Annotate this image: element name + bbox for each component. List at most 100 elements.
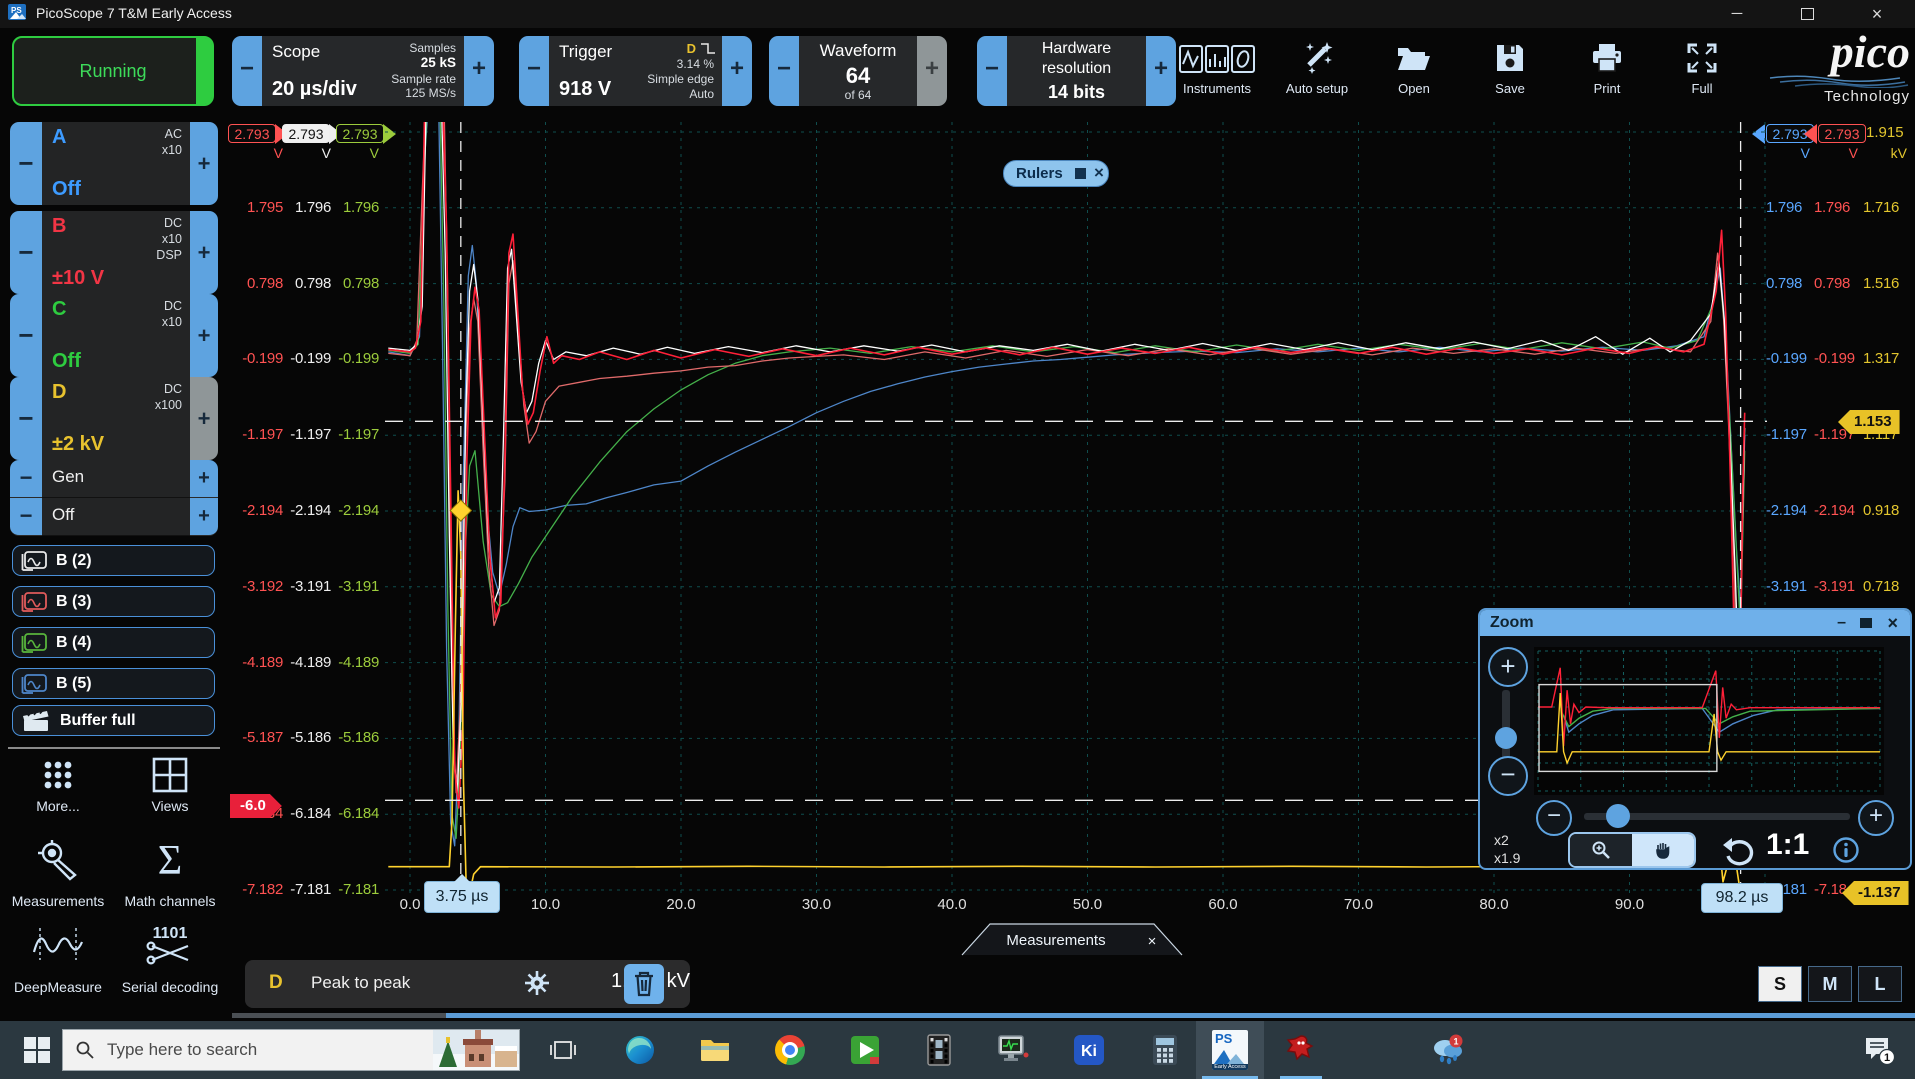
channel-D-minus-button[interactable]: − [10, 377, 42, 460]
start-button[interactable] [8, 1021, 66, 1079]
toolbar-action-save[interactable]: Save [1465, 34, 1555, 106]
taskbar-app-taskview[interactable] [534, 1021, 592, 1079]
size-button-l[interactable]: L [1858, 966, 1902, 1002]
channel-B-plus-button[interactable]: + [190, 211, 218, 294]
zoom-info-icon[interactable] [1832, 836, 1860, 864]
size-button-m[interactable]: M [1808, 966, 1852, 1002]
zoom-minimap[interactable] [1534, 647, 1884, 795]
taskbar-app-explorer[interactable] [686, 1021, 744, 1079]
measurement-row[interactable]: D Peak to peak 1.003 kV [245, 960, 690, 1008]
toolbar-action-auto-setup[interactable]: Auto setup [1272, 34, 1362, 106]
sidebar-tool-math-channels[interactable]: ΣMath channels [110, 838, 230, 915]
close-button[interactable]: × [1854, 0, 1900, 28]
taskbar-app-kicad[interactable]: Ki [1060, 1021, 1118, 1079]
time-ruler-badge-2[interactable]: 98.2 µs [1701, 883, 1783, 913]
zoom-undo-icon[interactable] [1722, 836, 1758, 866]
scope-plus-button[interactable]: + [464, 36, 494, 106]
channel-C-plus-button[interactable]: + [190, 294, 218, 377]
gen-panel[interactable]: Gen [42, 460, 190, 498]
taskbar-app-red-app[interactable] [1272, 1021, 1330, 1079]
channel-D-plus-button[interactable]: + [190, 377, 218, 460]
gen-status-panel[interactable]: Off [42, 498, 190, 536]
scope-minus-button[interactable]: − [232, 36, 262, 106]
zoom-tool-toggle[interactable] [1568, 832, 1696, 868]
zoom-vertical-minus-button[interactable]: − [1488, 756, 1528, 796]
taskbar-app-scope-app[interactable] [984, 1021, 1042, 1079]
trigger-panel[interactable]: Trigger 918 V D 3.14 % Simple edge Auto [549, 36, 722, 106]
time-ruler-badge-1[interactable]: 3.75 µs [424, 881, 500, 913]
taskbar-app-video-app[interactable] [836, 1021, 894, 1079]
channel-C-panel[interactable]: CDCx10Off [42, 294, 190, 377]
zoom-magnifier-tool[interactable] [1570, 834, 1632, 866]
sidebar-tool-serial-decoding[interactable]: 1101Serial decoding [110, 922, 230, 1001]
gen-row-plus-button[interactable]: + [190, 498, 218, 536]
sidebar-tool-measurements[interactable]: Measurements [0, 838, 118, 915]
rulers-chip[interactable]: Rulers × [1003, 160, 1109, 187]
zoom-horizontal-minus-button[interactable]: − [1536, 800, 1572, 836]
waveform-minus-button[interactable]: − [769, 36, 799, 106]
trash-button[interactable] [624, 964, 664, 1004]
trigger-minus-button[interactable]: − [519, 36, 549, 106]
level-ruler-badge-yellow-1[interactable]: 1.153 [1838, 410, 1900, 434]
hardware-minus-button[interactable]: − [977, 36, 1007, 106]
restore-button[interactable] [1784, 0, 1830, 28]
taskbar-app-picoscope-app[interactable]: PS Early Access [1196, 1021, 1264, 1079]
gen-row-minus-button[interactable]: − [10, 460, 42, 498]
gear-icon[interactable] [523, 969, 551, 997]
rulers-handle-icon[interactable] [1075, 168, 1086, 179]
sidebar-tool-views[interactable]: Views [110, 753, 230, 820]
zoom-vertical-plus-button[interactable]: + [1488, 647, 1528, 687]
taskbar-app-film[interactable] [910, 1021, 968, 1079]
toolbar-action-open[interactable]: Open [1369, 34, 1459, 106]
trigger-plus-button[interactable]: + [722, 36, 752, 106]
channel-C-minus-button[interactable]: − [10, 294, 42, 377]
gen-row-plus-button[interactable]: + [190, 460, 218, 498]
zoom-horizontal-plus-button[interactable]: + [1858, 800, 1894, 836]
toolbar-action-instruments[interactable]: Instruments [1172, 34, 1262, 106]
waveform-panel[interactable]: Waveform 64 of 64 [799, 36, 917, 106]
running-button[interactable]: Running [12, 36, 214, 106]
sidebar-tool-more-[interactable]: More... [0, 753, 118, 820]
zoom-window[interactable]: Zoom – × + − − + x2 x1.9 1:1 [1478, 608, 1912, 870]
toolbar-action-full[interactable]: Full [1657, 34, 1747, 106]
scope-panel[interactable]: Scope 20 µs/div Samples 25 kS Sample rat… [262, 36, 464, 106]
zoom-maximize-icon[interactable] [1860, 618, 1872, 628]
buffer-item-b-5-[interactable]: B (5) [12, 668, 215, 699]
zoom-vertical-slider-thumb[interactable] [1495, 727, 1517, 749]
channel-A-plus-button[interactable]: + [190, 122, 218, 205]
taskbar-app-calculator[interactable] [1136, 1021, 1194, 1079]
weather-icon[interactable]: 1 [1424, 1021, 1470, 1079]
zoom-minimize-icon[interactable]: – [1837, 610, 1846, 636]
minimize-button[interactable]: ─ [1714, 0, 1760, 28]
gen-row-minus-button[interactable]: − [10, 498, 42, 536]
measurements-tab[interactable]: Measurements × [956, 922, 1188, 956]
hardware-resolution-panel[interactable]: Hardware resolution 14 bits [1007, 36, 1146, 106]
buffer-item-buffer-full[interactable]: Buffer full [12, 705, 215, 736]
taskbar-app-edge[interactable] [611, 1021, 669, 1079]
notification-center-icon[interactable]: 1 [1848, 1021, 1908, 1079]
waveform-plus-button[interactable]: + [917, 36, 947, 106]
channel-D-panel[interactable]: DDCx100±2 kV [42, 377, 190, 460]
zoom-ratio-label[interactable]: 1:1 [1766, 828, 1809, 862]
zoom-vertical-slider[interactable] [1502, 690, 1510, 762]
size-button-s[interactable]: S [1758, 966, 1802, 1002]
zoom-titlebar[interactable]: Zoom – × [1480, 610, 1910, 636]
zoom-hand-tool[interactable] [1632, 834, 1694, 866]
taskbar-app-chrome[interactable] [761, 1021, 819, 1079]
search-input[interactable]: Type here to search [62, 1029, 520, 1071]
level-ruler-badge-yellow-2[interactable]: -1.137 [1842, 881, 1909, 905]
channel-A-minus-button[interactable]: − [10, 122, 42, 205]
buffer-item-b-4-[interactable]: B (4) [12, 627, 215, 658]
channel-B-panel[interactable]: BDCx10DSP±10 V [42, 211, 190, 294]
channel-B-minus-button[interactable]: − [10, 211, 42, 294]
channel-A-panel[interactable]: AACx10Off [42, 122, 190, 205]
buffer-item-b-2-[interactable]: B (2) [12, 545, 215, 576]
search-box-seasonal-image[interactable] [433, 1029, 519, 1071]
svg-text:Σ: Σ [158, 838, 182, 882]
rulers-close-icon[interactable]: × [1094, 163, 1104, 182]
buffer-item-b-3-[interactable]: B (3) [12, 586, 215, 617]
zoom-close-icon[interactable]: × [1887, 610, 1898, 636]
zoom-horizontal-slider-thumb[interactable] [1606, 804, 1630, 828]
sidebar-tool-deepmeasure[interactable]: DeepMeasure [0, 922, 118, 1001]
toolbar-action-print[interactable]: Print [1562, 34, 1652, 106]
